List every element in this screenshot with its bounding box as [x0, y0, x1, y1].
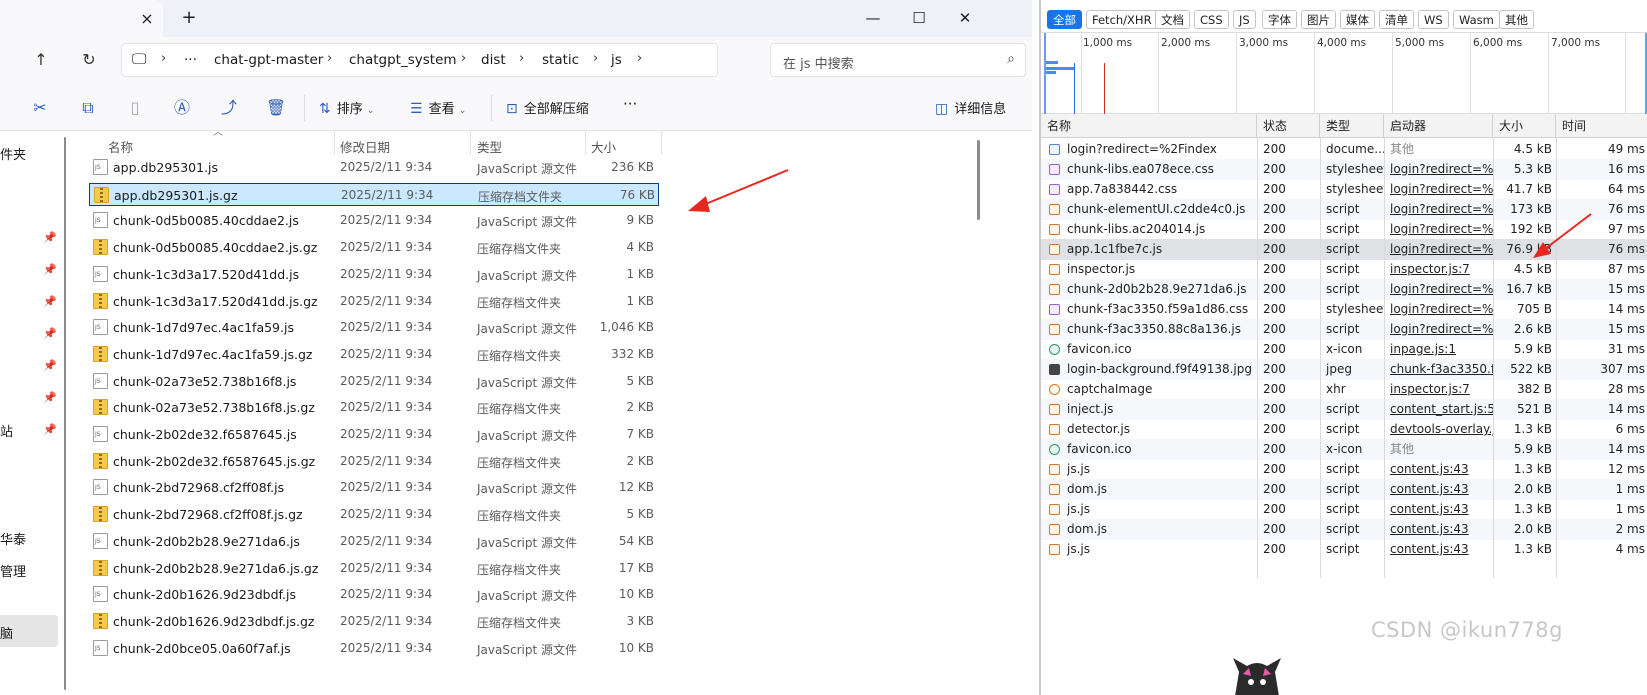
watermark: CSDN @ikun778g — [1371, 618, 1563, 642]
file-explorer-window: × + — ☐ ✕ ↑ ↻ 🖵 › ··· chat-gpt-master › … — [0, 0, 1032, 695]
annotation-arrow-left — [688, 169, 789, 212]
devtools-network-panel: 全部 Fetch/XHR 文档 CSS JS 字体 图片 媒体 清单 WS Wasm 其他 1,000… — [1039, 0, 1647, 695]
annotation-arrow-right — [1533, 213, 1592, 258]
cat-mascot-image — [1233, 658, 1281, 695]
